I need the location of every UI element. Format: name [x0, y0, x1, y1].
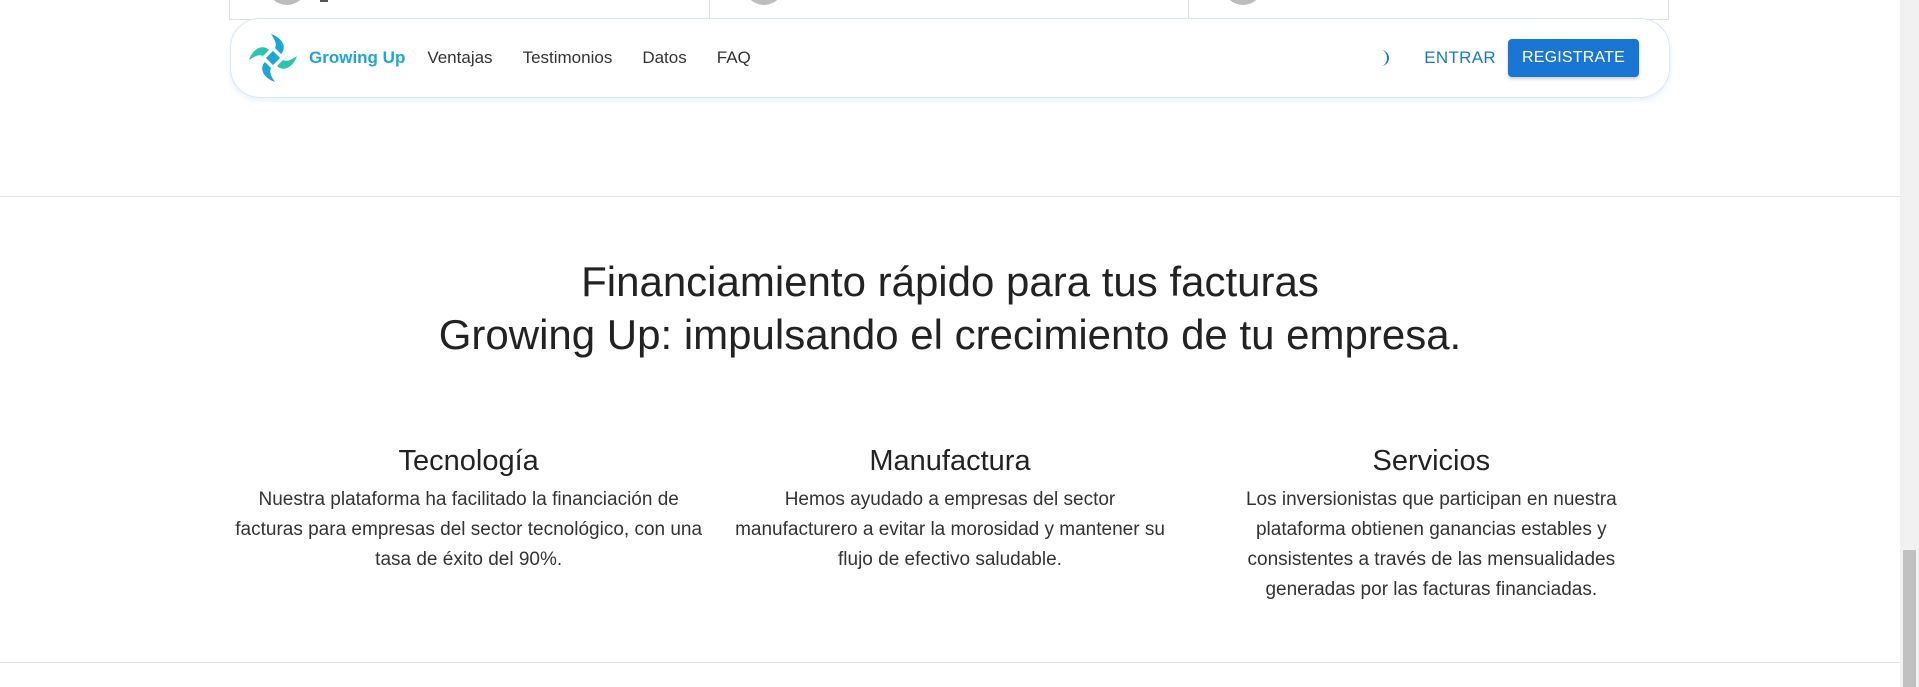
login-button[interactable]: ENTRAR — [1414, 40, 1506, 76]
section-divider — [0, 196, 1900, 197]
previous-card — [1189, 0, 1668, 19]
register-button[interactable]: REGISTRATE — [1507, 39, 1639, 77]
features-list: Tecnología Nuestra plataforma ha facilit… — [228, 441, 1672, 605]
feature-title: Tecnología — [398, 445, 539, 477]
page: Growing Up Ventajas Testimonios Datos FA… — [0, 0, 1919, 687]
nav-link-testimonios[interactable]: Testimonios — [523, 48, 613, 68]
feature-technology: Tecnología Nuestra plataforma ha facilit… — [228, 441, 709, 605]
previous-card — [230, 0, 710, 19]
avatar — [266, 0, 308, 5]
truncated-text — [320, 0, 328, 2]
feature-description: Nuestra plataforma ha facilitado la fina… — [235, 489, 703, 570]
nav-link-faq[interactable]: FAQ — [717, 48, 751, 68]
brand-name: Growing Up — [309, 48, 406, 67]
feature-manufacturing: Manufactura Hemos ayudado a empresas del… — [709, 441, 1190, 605]
avatar — [742, 0, 785, 5]
brand[interactable]: Growing Up — [245, 30, 405, 86]
nav-link-datos[interactable]: Datos — [642, 48, 686, 68]
growing-up-logo-icon — [249, 34, 297, 82]
nav-links: Ventajas Testimonios Datos FAQ — [427, 48, 780, 68]
headline-line-1: Financiamiento rápido para tus facturas — [581, 258, 1319, 305]
navbar: Growing Up Ventajas Testimonios Datos FA… — [230, 18, 1670, 98]
previous-card — [710, 0, 1190, 19]
nav-link-ventajas[interactable]: Ventajas — [427, 48, 492, 68]
moon-icon[interactable] — [1374, 49, 1392, 67]
feature-description: Hemos ayudado a empresas del sector manu… — [735, 489, 1165, 570]
feature-services: Servicios Los inversionistas que partici… — [1191, 441, 1672, 605]
vertical-scrollbar[interactable] — [1900, 0, 1919, 687]
section-headline: Financiamiento rápido para tus facturas … — [0, 255, 1900, 361]
feature-description: Los inversionistas que participan en nue… — [1245, 489, 1617, 600]
feature-title: Servicios — [1372, 445, 1491, 477]
scrollbar-thumb[interactable] — [1903, 550, 1916, 687]
feature-title: Manufactura — [869, 445, 1031, 477]
headline-line-2: Growing Up: impulsando el crecimiento de… — [438, 311, 1462, 358]
section-divider — [0, 662, 1900, 663]
previous-section-cards — [229, 0, 1669, 20]
nav-actions: ENTRAR REGISTRATE — [1374, 39, 1639, 77]
avatar — [1222, 0, 1265, 5]
